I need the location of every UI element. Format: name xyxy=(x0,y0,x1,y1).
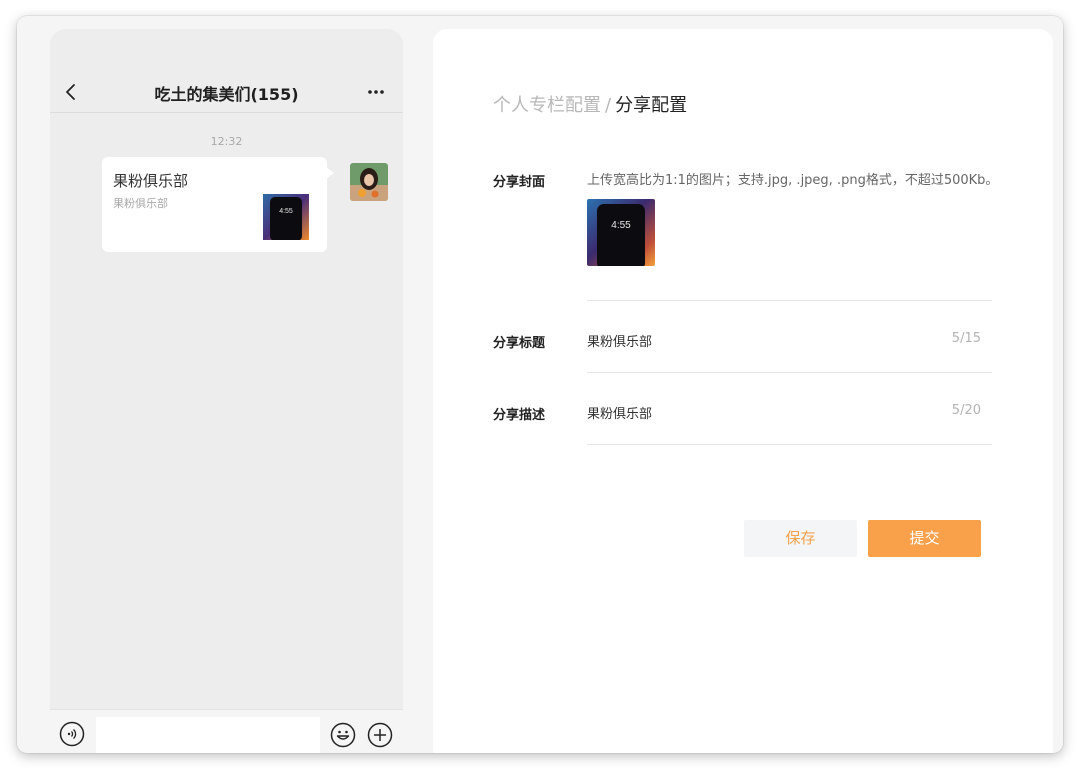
save-button[interactable]: 保存 xyxy=(744,520,857,557)
chat-input-bar xyxy=(50,709,403,753)
breadcrumb-separator: / xyxy=(605,95,612,116)
share-card-title: 果粉俱乐部 xyxy=(113,172,189,190)
cover-label: 分享封面 xyxy=(493,175,546,190)
app-window: 吃土的集美们(155) 12:32 果粉俱乐部 果粉俱乐部 4:55 个人专栏配… xyxy=(17,16,1063,753)
title-input[interactable]: 果粉俱乐部 xyxy=(587,331,652,350)
desc-char-count: 5/20 xyxy=(951,403,981,418)
emoji-icon[interactable] xyxy=(330,722,356,748)
plus-icon[interactable] xyxy=(367,722,393,748)
breadcrumb-parent[interactable]: 个人专栏配置 xyxy=(493,95,601,116)
message-input[interactable] xyxy=(96,717,320,753)
submit-button[interactable]: 提交 xyxy=(868,520,981,557)
divider xyxy=(587,300,992,301)
divider xyxy=(587,444,992,445)
desc-label: 分享描述 xyxy=(493,408,546,423)
share-config-panel: 个人专栏配置 / 分享配置 分享封面 上传宽高比为1:1的图片；支持.jpg, .j… xyxy=(433,29,1053,753)
chat-title: 吃土的集美们(155) xyxy=(154,85,299,104)
title-label: 分享标题 xyxy=(493,336,546,351)
cover-image-upload[interactable]: 4:55 xyxy=(587,199,655,266)
chat-header: 吃土的集美们(155) xyxy=(50,29,403,113)
desc-input[interactable]: 果粉俱乐部 xyxy=(587,403,652,422)
chat-timestamp: 12:32 xyxy=(210,135,243,148)
share-card-thumbnail: 4:55 xyxy=(263,194,309,240)
share-card-bubble[interactable]: 果粉俱乐部 果粉俱乐部 4:55 xyxy=(102,157,334,252)
title-char-count: 5/15 xyxy=(951,331,981,346)
page-title: 分享配置 xyxy=(615,95,688,116)
cover-clock-text: 4:55 xyxy=(611,220,631,231)
divider xyxy=(587,372,992,373)
chat-preview: 吃土的集美们(155) 12:32 果粉俱乐部 果粉俱乐部 4:55 xyxy=(50,29,403,753)
more-icon[interactable] xyxy=(367,89,385,95)
cover-hint: 上传宽高比为1:1的图片；支持.jpg, .jpeg, .png格式，不超过50… xyxy=(587,173,999,188)
avatar[interactable] xyxy=(350,163,388,201)
breadcrumb: 个人专栏配置 / 分享配置 xyxy=(493,91,687,117)
thumb-clock-text: 4:55 xyxy=(279,208,293,215)
voice-icon[interactable] xyxy=(59,721,85,747)
share-card-desc: 果粉俱乐部 xyxy=(113,197,168,210)
